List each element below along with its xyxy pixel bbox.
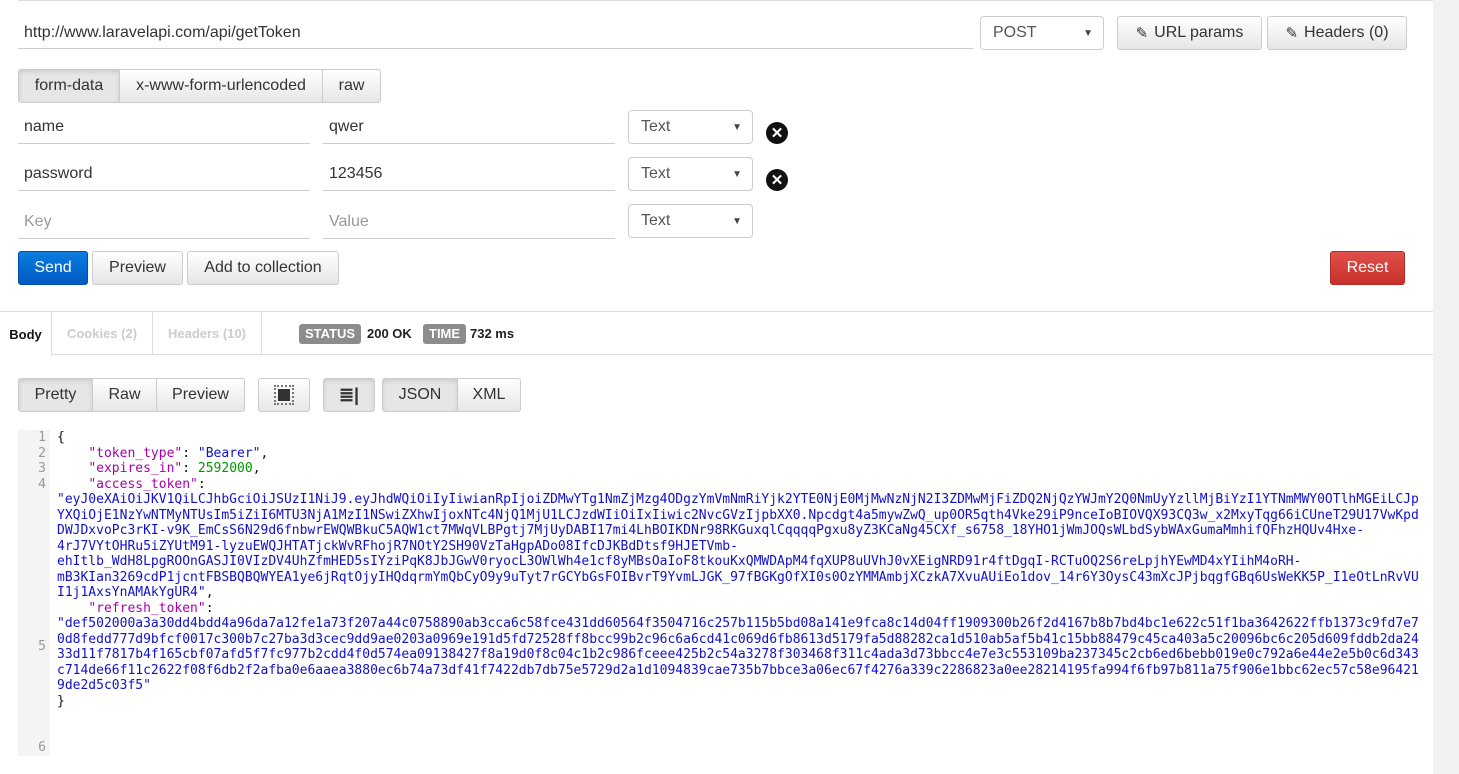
param-key-input[interactable]: name [18, 110, 310, 144]
response-body-viewer[interactable]: 1 2 3 4 5 6 { "token_type": "Bearer", "e… [18, 430, 1428, 756]
param-key-input[interactable]: password [18, 157, 310, 191]
param-type-value: Text [641, 165, 671, 182]
json-key: "expires_in" [88, 461, 183, 476]
line-number: 1 [38, 430, 46, 445]
time-value: 732 ms [470, 326, 515, 341]
dropdown-arrow-icon: ▼ [732, 168, 742, 180]
json-key: "access_token" [88, 476, 198, 492]
tab-xml[interactable]: XML [457, 378, 521, 412]
tab-pretty[interactable]: Pretty [18, 378, 93, 412]
tab-preview-view[interactable]: Preview [156, 378, 245, 412]
top-divider [18, 0, 1433, 1]
remove-row-icon[interactable]: ✕ [766, 169, 788, 191]
param-type-value: Text [641, 118, 671, 135]
headers-button[interactable]: ✎ Headers (0) [1267, 16, 1407, 50]
response-tabs: Body Cookies (2) Headers (10) STATUS 200… [0, 311, 1433, 356]
json-close-brace: } [57, 693, 65, 709]
json-open-brace: { [57, 430, 65, 445]
status-value: 200 OK [367, 326, 412, 341]
json-key: "token_type" [88, 445, 183, 461]
json-string-value: "Bearer" [197, 445, 261, 461]
line-number: 3 [38, 461, 46, 476]
url-params-label: URL params [1154, 24, 1244, 41]
new-value-input[interactable]: Value [323, 205, 615, 239]
param-value-input[interactable]: qwer [323, 110, 615, 144]
dropdown-arrow-icon: ▼ [732, 121, 742, 133]
tab-raw-view[interactable]: Raw [92, 378, 157, 412]
view-mode-tabs: Pretty Raw Preview [18, 378, 245, 412]
wrap-lines-icon: ≣| [338, 384, 360, 405]
tab-form-data[interactable]: form-data [18, 69, 120, 103]
line-number: 4 [38, 476, 46, 492]
param-type-select[interactable]: Text ▼ [628, 204, 753, 238]
tab-json[interactable]: JSON [382, 378, 458, 412]
param-type-value: Text [641, 212, 671, 229]
add-to-collection-button[interactable]: Add to collection [187, 251, 339, 285]
tab-headers[interactable]: Headers (10) [153, 312, 262, 355]
line-number: 6 [38, 740, 46, 755]
dropdown-arrow-icon: ▼ [1083, 27, 1093, 39]
param-value-input[interactable]: 123456 [323, 157, 615, 191]
edit-icon: ✎ [1135, 25, 1149, 42]
fullscreen-button[interactable] [258, 378, 310, 412]
param-type-select[interactable]: Text ▼ [628, 157, 753, 191]
tab-raw[interactable]: raw [322, 69, 381, 103]
method-value: POST [993, 24, 1037, 41]
edit-icon: ✎ [1285, 25, 1299, 42]
format-tabs: JSON XML [382, 378, 521, 412]
url-input[interactable]: http://www.laravelapi.com/api/getToken [18, 16, 973, 49]
tab-body[interactable]: Body [0, 312, 52, 356]
dropdown-arrow-icon: ▼ [732, 215, 742, 227]
reset-button[interactable]: Reset [1330, 251, 1405, 285]
method-select[interactable]: POST ▼ [980, 16, 1104, 50]
preview-button[interactable]: Preview [92, 251, 183, 285]
tab-x-www-form-urlencoded[interactable]: x-www-form-urlencoded [119, 69, 323, 103]
time-badge: TIME [423, 324, 467, 344]
json-string-value: "eyJ0eXAiOiJKV1QiLCJhbGciOiJSUzI1NiJ9.ey… [57, 492, 1419, 600]
json-key: "refresh_token" [88, 600, 206, 616]
headers-label: Headers (0) [1304, 24, 1389, 41]
body-type-tabs: form-data x-www-form-urlencoded raw [18, 69, 381, 103]
send-button[interactable]: Send [18, 251, 88, 285]
param-type-select[interactable]: Text ▼ [628, 110, 753, 144]
new-key-input[interactable]: Key [18, 205, 310, 239]
json-string-value: "def502000a3a30dd4bdd4a96da7a12fe1a73f20… [57, 616, 1419, 693]
line-number: 5 [38, 639, 46, 654]
remove-row-icon[interactable]: ✕ [766, 122, 788, 144]
tab-cookies[interactable]: Cookies (2) [52, 312, 153, 355]
fullscreen-icon [274, 385, 294, 405]
url-params-button[interactable]: ✎ URL params [1117, 16, 1262, 50]
line-number: 2 [38, 445, 46, 461]
status-badge: STATUS [299, 324, 362, 344]
json-body: { "token_type": "Bearer", "expires_in": … [57, 430, 1419, 709]
json-number-value: 2592000 [197, 461, 253, 476]
wrap-lines-button[interactable]: ≣| [323, 378, 375, 412]
line-number-gutter: 1 2 3 4 5 6 [18, 430, 50, 756]
page-scrollbar[interactable] [1433, 0, 1459, 774]
